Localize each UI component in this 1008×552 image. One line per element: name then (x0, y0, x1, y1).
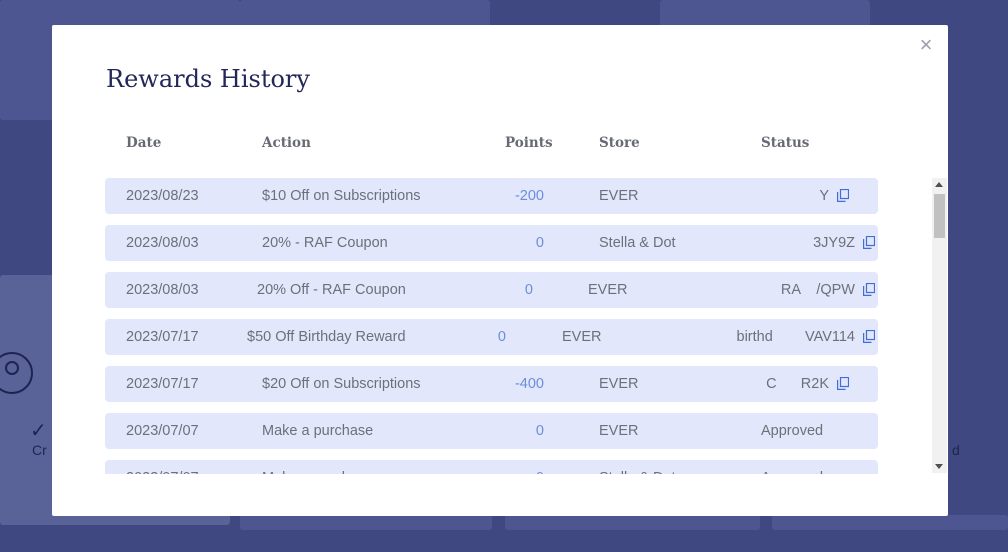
store-cell: EVER (599, 423, 639, 439)
background-card (505, 515, 760, 530)
date-cell: 2023/07/07 (126, 423, 199, 439)
table-row: 2023/07/07 Make a purchase 0 EVER Approv… (105, 413, 878, 449)
action-cell: $50 Off Birthday Reward (247, 329, 406, 345)
column-header-points: Points (505, 135, 553, 151)
action-cell: 20% - RAF Coupon (262, 235, 388, 251)
points-cell: -200 (514, 188, 544, 204)
points-cell: -400 (514, 376, 544, 392)
copy-icon[interactable] (863, 330, 875, 343)
table-row: 2023/07/17 $50 Off Birthday Reward 0 EVE… (105, 319, 878, 355)
action-cell: $20 Off on Subscriptions (262, 376, 421, 392)
date-cell: 2023/08/03 (126, 282, 199, 298)
background-card (772, 515, 1008, 530)
store-cell: EVER (599, 376, 639, 392)
points-cell: 0 (535, 235, 544, 251)
table-body: 2023/08/23 $10 Off on Subscriptions -200… (105, 178, 881, 474)
scroll-down-arrow-icon[interactable] (935, 464, 943, 469)
copy-icon[interactable] (863, 283, 875, 296)
table-row: 2023/07/17 $20 Off on Subscriptions -400… (105, 366, 878, 402)
date-cell: 2023/08/03 (126, 235, 199, 251)
background-card (240, 515, 492, 530)
action-cell: 20% Off - RAF Coupon (257, 282, 406, 298)
points-cell: 0 (497, 329, 506, 345)
action-cell: Make a purchase (262, 423, 374, 439)
status-code-cell: Y (819, 188, 829, 204)
modal-title: Rewards History (106, 65, 310, 93)
scroll-up-arrow-icon[interactable] (935, 182, 943, 187)
table-scrollbar[interactable] (932, 178, 947, 473)
column-header-status: Status (761, 135, 810, 151)
date-cell: 2023/07/07 (126, 460, 199, 474)
status-cell: Approved (761, 423, 824, 439)
points-cell: 0 (524, 282, 533, 298)
column-header-action: Action (262, 135, 311, 151)
user-icon (0, 348, 33, 396)
date-cell: 2023/08/23 (126, 188, 199, 204)
copy-icon[interactable] (837, 377, 849, 390)
status-cell: Approved (761, 460, 823, 474)
status-code-cell: birthd VAV114 (736, 329, 855, 345)
copy-icon[interactable] (837, 189, 849, 202)
table-header: Date Action Points Store Status (106, 135, 879, 163)
background-partial-text: d (952, 442, 960, 458)
store-cell: Stella & Dot (599, 460, 676, 474)
action-cell: $10 Off on Subscriptions (262, 188, 421, 204)
date-cell: 2023/07/17 (126, 329, 199, 345)
table-row: 2023/08/03 20% Off - RAF Coupon 0 EVER R… (105, 272, 878, 308)
action-cell: Make a purchase (262, 460, 373, 474)
table-row: 2023/07/07 Make a purchase 0 Stella & Do… (105, 460, 878, 474)
date-cell: 2023/07/17 (126, 376, 199, 392)
scrollbar-thumb[interactable] (934, 194, 945, 238)
status-code-cell: RA /QPW (780, 282, 855, 298)
background-partial-text: Cr (32, 442, 47, 458)
points-cell: 0 (535, 423, 544, 439)
store-cell: EVER (599, 188, 639, 204)
status-code-cell: 3JY9Z (813, 235, 855, 251)
table-row: 2023/08/03 20% - RAF Coupon 0 Stella & D… (105, 225, 878, 261)
table-row: 2023/08/23 $10 Off on Subscriptions -200… (105, 178, 878, 214)
store-cell: EVER (588, 282, 628, 298)
column-header-date: Date (126, 135, 162, 151)
copy-icon[interactable] (863, 236, 875, 249)
close-button[interactable]: × (916, 34, 936, 56)
status-code-cell: C R2K (766, 376, 829, 392)
rewards-history-modal: × Rewards History Date Action Points Sto… (52, 25, 948, 516)
column-header-store: Store (599, 135, 640, 151)
store-cell: Stella & Dot (599, 235, 676, 251)
store-cell: EVER (562, 329, 602, 345)
points-cell: 0 (485, 460, 544, 474)
